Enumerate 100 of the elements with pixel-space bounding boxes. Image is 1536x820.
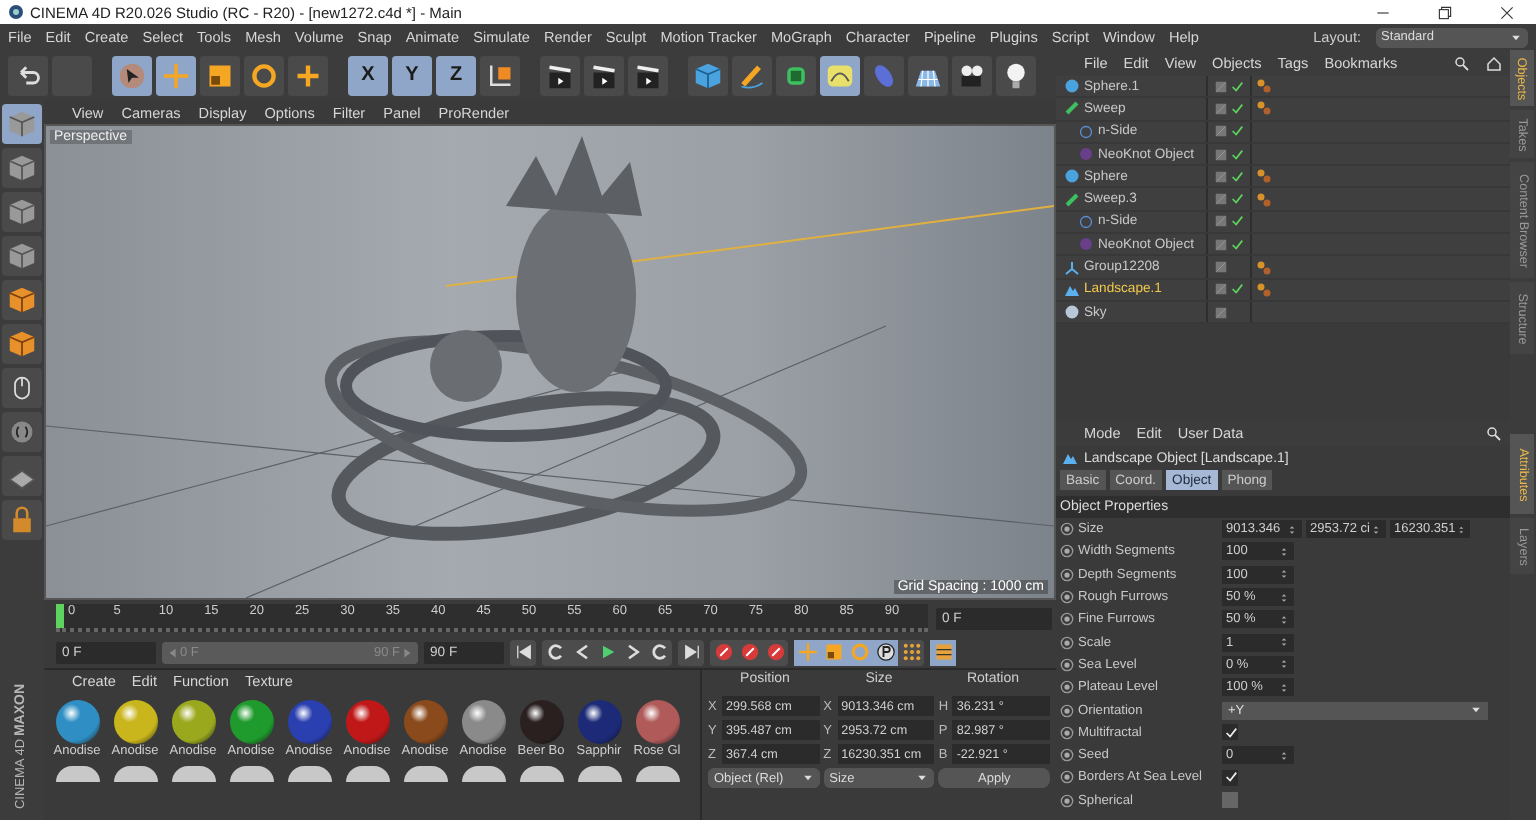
move-key-button[interactable] <box>794 639 820 665</box>
spinner-icon <box>1278 613 1290 626</box>
record-icon <box>765 642 785 662</box>
scale-icon <box>206 61 234 89</box>
spinner-icon <box>1455 523 1466 536</box>
record-button[interactable] <box>710 639 736 665</box>
spinner-icon <box>1278 568 1290 581</box>
material-swatch[interactable] <box>519 766 563 782</box>
knot-icon <box>1078 236 1094 253</box>
render-button[interactable] <box>540 55 580 95</box>
material-swatch[interactable] <box>577 700 621 744</box>
material-swatch[interactable] <box>113 766 157 782</box>
material-swatch[interactable] <box>229 700 273 744</box>
material-swatch[interactable] <box>171 766 215 782</box>
spinner-icon <box>1286 523 1298 536</box>
floor-button[interactable] <box>908 55 948 95</box>
record-button[interactable] <box>762 639 788 665</box>
lock-button[interactable] <box>2 500 42 540</box>
coordinate-system-button[interactable] <box>480 55 520 95</box>
rotate-icon <box>250 61 278 89</box>
material-swatch[interactable] <box>287 700 331 744</box>
plus-button[interactable] <box>288 55 328 95</box>
record-icon <box>739 642 759 662</box>
workplane-button[interactable] <box>2 456 42 496</box>
material-swatch[interactable] <box>345 766 389 782</box>
visibility-icon <box>1214 305 1228 320</box>
axis-lock-button[interactable]: Y <box>392 55 432 95</box>
material-swatch[interactable] <box>461 766 505 782</box>
visibility-icon <box>1214 282 1228 297</box>
cursor-button[interactable] <box>112 55 152 95</box>
tick-mark-icon <box>1223 725 1237 740</box>
spinner-icon <box>1278 658 1290 671</box>
landscape-icon <box>1062 450 1078 466</box>
visibility-icon <box>1214 79 1228 94</box>
loop-icon <box>545 642 565 662</box>
clapperboard-icon <box>590 61 618 89</box>
key-p-key-button[interactable] <box>872 639 898 665</box>
material-swatch[interactable] <box>55 700 99 744</box>
render-button[interactable] <box>628 55 668 95</box>
material-swatch[interactable] <box>577 766 621 782</box>
key-p-icon <box>875 642 895 662</box>
scale-icon <box>823 642 843 662</box>
step-back-icon <box>571 642 591 662</box>
checkbox[interactable] <box>1222 792 1238 809</box>
checker-cube-button[interactable] <box>2 236 42 276</box>
spline-button[interactable] <box>820 55 860 95</box>
undo-button[interactable] <box>8 55 48 95</box>
checker-cube-button[interactable] <box>2 104 42 144</box>
subdivision-button[interactable] <box>776 55 816 95</box>
cube-icon <box>694 61 722 89</box>
light-bulb-button[interactable] <box>996 55 1036 95</box>
mouse-icon <box>8 374 36 402</box>
visibility-icon <box>1214 101 1228 116</box>
app-logo-icon <box>8 4 24 20</box>
mouse-button[interactable] <box>2 368 42 408</box>
record-button[interactable] <box>736 639 762 665</box>
checker-cube-button[interactable] <box>2 192 42 232</box>
cube-button[interactable] <box>688 55 728 95</box>
material-swatch[interactable] <box>461 700 505 744</box>
spinner-icon <box>1278 681 1290 694</box>
axis-lock-button[interactable]: X <box>348 55 388 95</box>
model-cube-icon <box>8 286 36 314</box>
material-swatch[interactable] <box>55 766 99 782</box>
checkbox[interactable] <box>1222 769 1238 786</box>
material-swatch[interactable] <box>229 766 273 782</box>
dots-key-button[interactable] <box>898 639 924 665</box>
pen-button[interactable] <box>732 55 772 95</box>
material-swatch[interactable] <box>287 766 331 782</box>
checkbox[interactable] <box>1222 724 1238 741</box>
model-cube-button[interactable] <box>2 324 42 364</box>
rotate-button[interactable] <box>244 55 284 95</box>
loop-button[interactable] <box>646 639 672 665</box>
material-swatch[interactable] <box>403 766 447 782</box>
visibility-icon <box>1214 260 1228 275</box>
scale-button[interactable] <box>200 55 240 95</box>
material-swatch[interactable] <box>519 700 563 744</box>
material-swatch[interactable] <box>345 700 389 744</box>
axis-lock-button[interactable]: Z <box>436 55 476 95</box>
spinner-icon <box>1370 523 1382 536</box>
camera-button[interactable] <box>952 55 992 95</box>
material-swatch[interactable] <box>403 700 447 744</box>
material-swatch[interactable] <box>635 700 679 744</box>
plus-icon <box>294 61 322 89</box>
model-cube-button[interactable] <box>2 280 42 320</box>
material-swatch[interactable] <box>171 700 215 744</box>
render-button[interactable] <box>584 55 624 95</box>
visibility-icon <box>1214 147 1228 162</box>
caret-icon <box>1470 704 1482 717</box>
sphere-icon <box>1064 168 1080 185</box>
material-swatch[interactable] <box>635 766 679 782</box>
material-swatch[interactable] <box>113 700 157 744</box>
sweep-icon <box>1064 191 1080 208</box>
checker-cube-button[interactable] <box>2 148 42 188</box>
move-button[interactable] <box>156 55 196 95</box>
rotate-key-button[interactable] <box>846 639 872 665</box>
layout-button[interactable] <box>930 639 956 665</box>
loop-button[interactable] <box>542 639 568 665</box>
scale-key-button[interactable] <box>820 639 846 665</box>
restore-icon <box>1436 3 1454 21</box>
capsule-icon <box>870 61 898 89</box>
